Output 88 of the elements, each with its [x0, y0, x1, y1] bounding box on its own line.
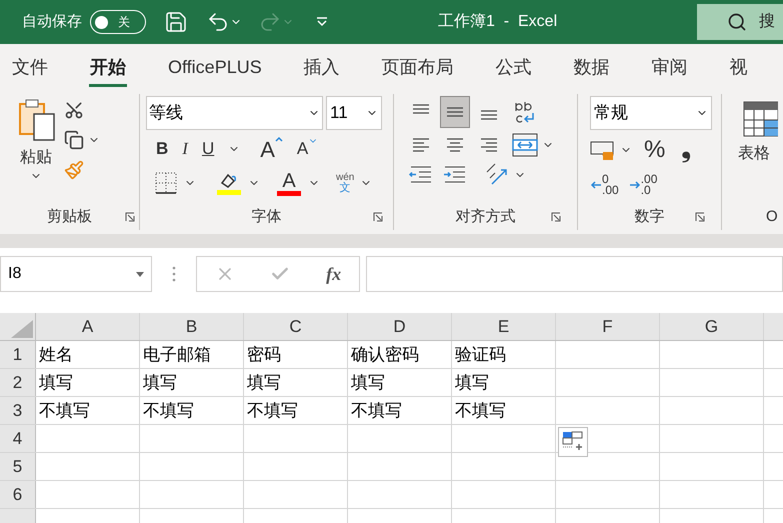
row-header[interactable]: 2: [0, 369, 36, 396]
fill-color-icon[interactable]: [216, 171, 242, 195]
vertical-align-button[interactable]: [440, 96, 470, 128]
search-field[interactable]: 搜: [697, 4, 783, 40]
autosave-toggle[interactable]: 关: [90, 10, 146, 34]
ribbon-tab[interactable]: OfficePLUS: [147, 44, 283, 90]
caret-icon[interactable]: [136, 272, 144, 276]
ribbon-tab[interactable]: 插入: [282, 44, 361, 90]
ribbon-tab[interactable]: 页面布局: [360, 44, 475, 90]
table-cell-text: 确认密码: [351, 344, 419, 366]
launcher-icon[interactable]: [373, 212, 383, 222]
italic-button[interactable]: I: [182, 136, 188, 162]
number-format-field[interactable]: 常规: [590, 96, 712, 130]
column-header[interactable]: G: [660, 313, 764, 340]
bold-button[interactable]: B: [156, 136, 168, 162]
group-label: 对齐方式: [456, 206, 516, 227]
row-header[interactable]: 4: [0, 425, 36, 452]
grip-icon[interactable]: [172, 266, 176, 282]
table-cell-text: 验证码: [455, 344, 506, 366]
column-header[interactable]: D: [348, 313, 452, 340]
table-cell-text: 不填写: [455, 400, 506, 422]
table-format-label[interactable]: 表格: [738, 142, 770, 166]
search-icon: [727, 12, 747, 32]
formula-input[interactable]: [366, 256, 783, 292]
table-cell-text: 密码: [247, 344, 281, 366]
row-header[interactable]: 1: [0, 341, 36, 368]
launcher-icon[interactable]: [695, 212, 705, 222]
comma-button[interactable]: ❟: [681, 132, 690, 168]
column-header[interactable]: A: [36, 313, 140, 340]
ribbon-tab[interactable]: 数据: [552, 44, 631, 90]
row-header[interactable]: 3: [0, 397, 36, 424]
decrease-decimal-button[interactable]: .00 .0: [628, 174, 658, 196]
paste-label[interactable]: 粘贴: [20, 146, 52, 170]
column-header[interactable]: B: [140, 313, 244, 340]
ribbon-tab[interactable]: 文件: [12, 44, 69, 90]
name-box[interactable]: I8: [0, 256, 152, 292]
percent-button[interactable]: %: [644, 132, 666, 168]
ribbon-tab[interactable]: 审阅: [630, 44, 709, 90]
horizontal-align-icon[interactable]: [479, 136, 499, 154]
grow-font-button[interactable]: A: [260, 132, 283, 166]
table-cell-text: 不填写: [39, 400, 90, 422]
increase-decimal-button[interactable]: 0 .00: [590, 174, 619, 196]
launcher-icon[interactable]: [125, 212, 135, 222]
table-cell-text: 填写: [351, 372, 385, 394]
launcher-icon[interactable]: [551, 212, 561, 222]
table-cell-text: 填写: [455, 372, 489, 394]
autosave-label: 自动保存: [22, 12, 82, 32]
group-label: 剪贴板: [47, 206, 92, 227]
table-cell-text: 填写: [39, 372, 73, 394]
customize-icon[interactable]: [316, 17, 328, 27]
shrink-font-button[interactable]: A: [296, 136, 318, 162]
insert-function-button[interactable]: fx: [326, 260, 342, 288]
table-cell-text: 电子邮箱: [143, 344, 211, 366]
horizontal-align-icon[interactable]: [411, 136, 431, 154]
merge-cells-icon[interactable]: [512, 133, 538, 157]
group-label: O: [766, 206, 778, 227]
font-color-button[interactable]: A: [276, 170, 302, 196]
window-title: 工作簿1 - Excel: [438, 12, 558, 32]
save-icon[interactable]: [164, 10, 188, 34]
table-cell-text: 填写: [247, 372, 281, 394]
table-cell-text: 不填写: [143, 400, 194, 422]
borders-icon[interactable]: [154, 171, 178, 195]
arrow-left-icon: [590, 180, 602, 190]
table-cell-text: 填写: [143, 372, 177, 394]
table-cell-text: 不填写: [247, 400, 298, 422]
underline-button[interactable]: U: [202, 136, 214, 162]
table-format-icon[interactable]: [742, 100, 778, 138]
table-cell-text: 姓名: [39, 344, 73, 366]
phonetic-button[interactable]: wén 文: [336, 172, 354, 194]
arrow-right-icon: [628, 180, 641, 190]
row-header[interactable]: 6: [0, 481, 36, 508]
ribbon-tab[interactable]: 开始: [69, 44, 147, 90]
caret-up-icon: [274, 136, 283, 142]
group-label: 字体: [252, 206, 282, 227]
copy-icon[interactable]: [64, 130, 84, 150]
ribbon-tab[interactable]: 公式: [474, 44, 553, 90]
paste-options-icon[interactable]: [558, 427, 588, 457]
font-name-field[interactable]: 等线: [146, 96, 323, 130]
font-size-field[interactable]: 11: [326, 96, 382, 130]
horizontal-align-icon[interactable]: [445, 136, 465, 154]
ribbon-tab[interactable]: 视: [708, 44, 769, 90]
column-header[interactable]: E: [452, 313, 556, 340]
cut-icon[interactable]: [64, 100, 84, 120]
column-header[interactable]: C: [244, 313, 348, 340]
column-header[interactable]: F: [556, 313, 660, 340]
row-header[interactable]: 5: [0, 453, 36, 480]
group-label: 数字: [634, 206, 664, 227]
table-cell-text: 不填写: [351, 400, 402, 422]
